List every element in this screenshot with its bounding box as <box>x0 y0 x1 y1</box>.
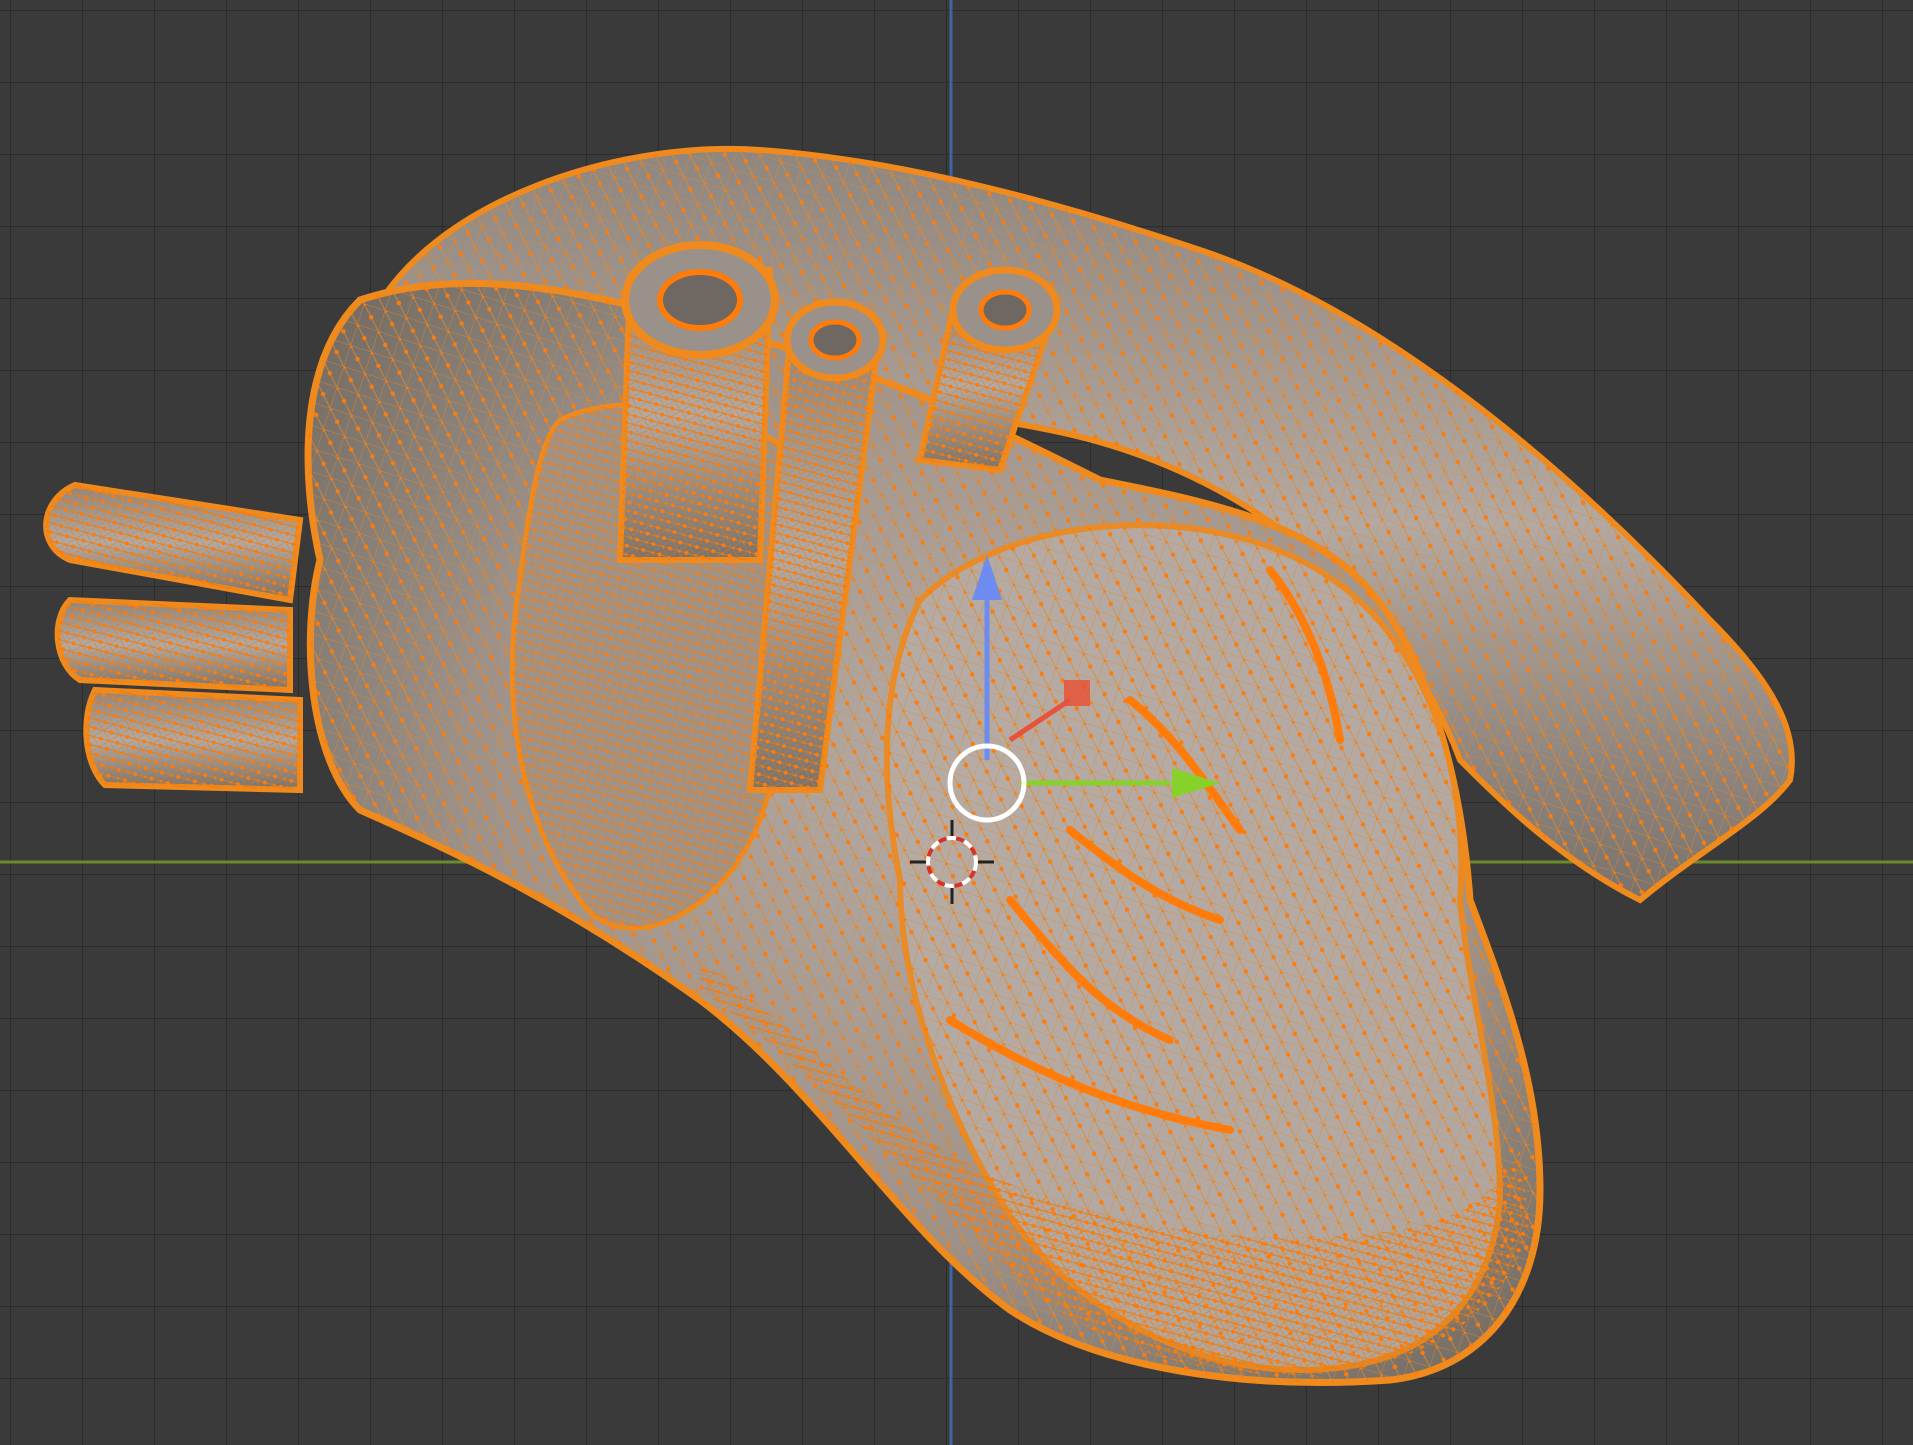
viewport-canvas[interactable] <box>0 0 1913 1445</box>
3d-viewport[interactable] <box>0 0 1913 1445</box>
x-handle-icon[interactable] <box>1064 680 1090 706</box>
